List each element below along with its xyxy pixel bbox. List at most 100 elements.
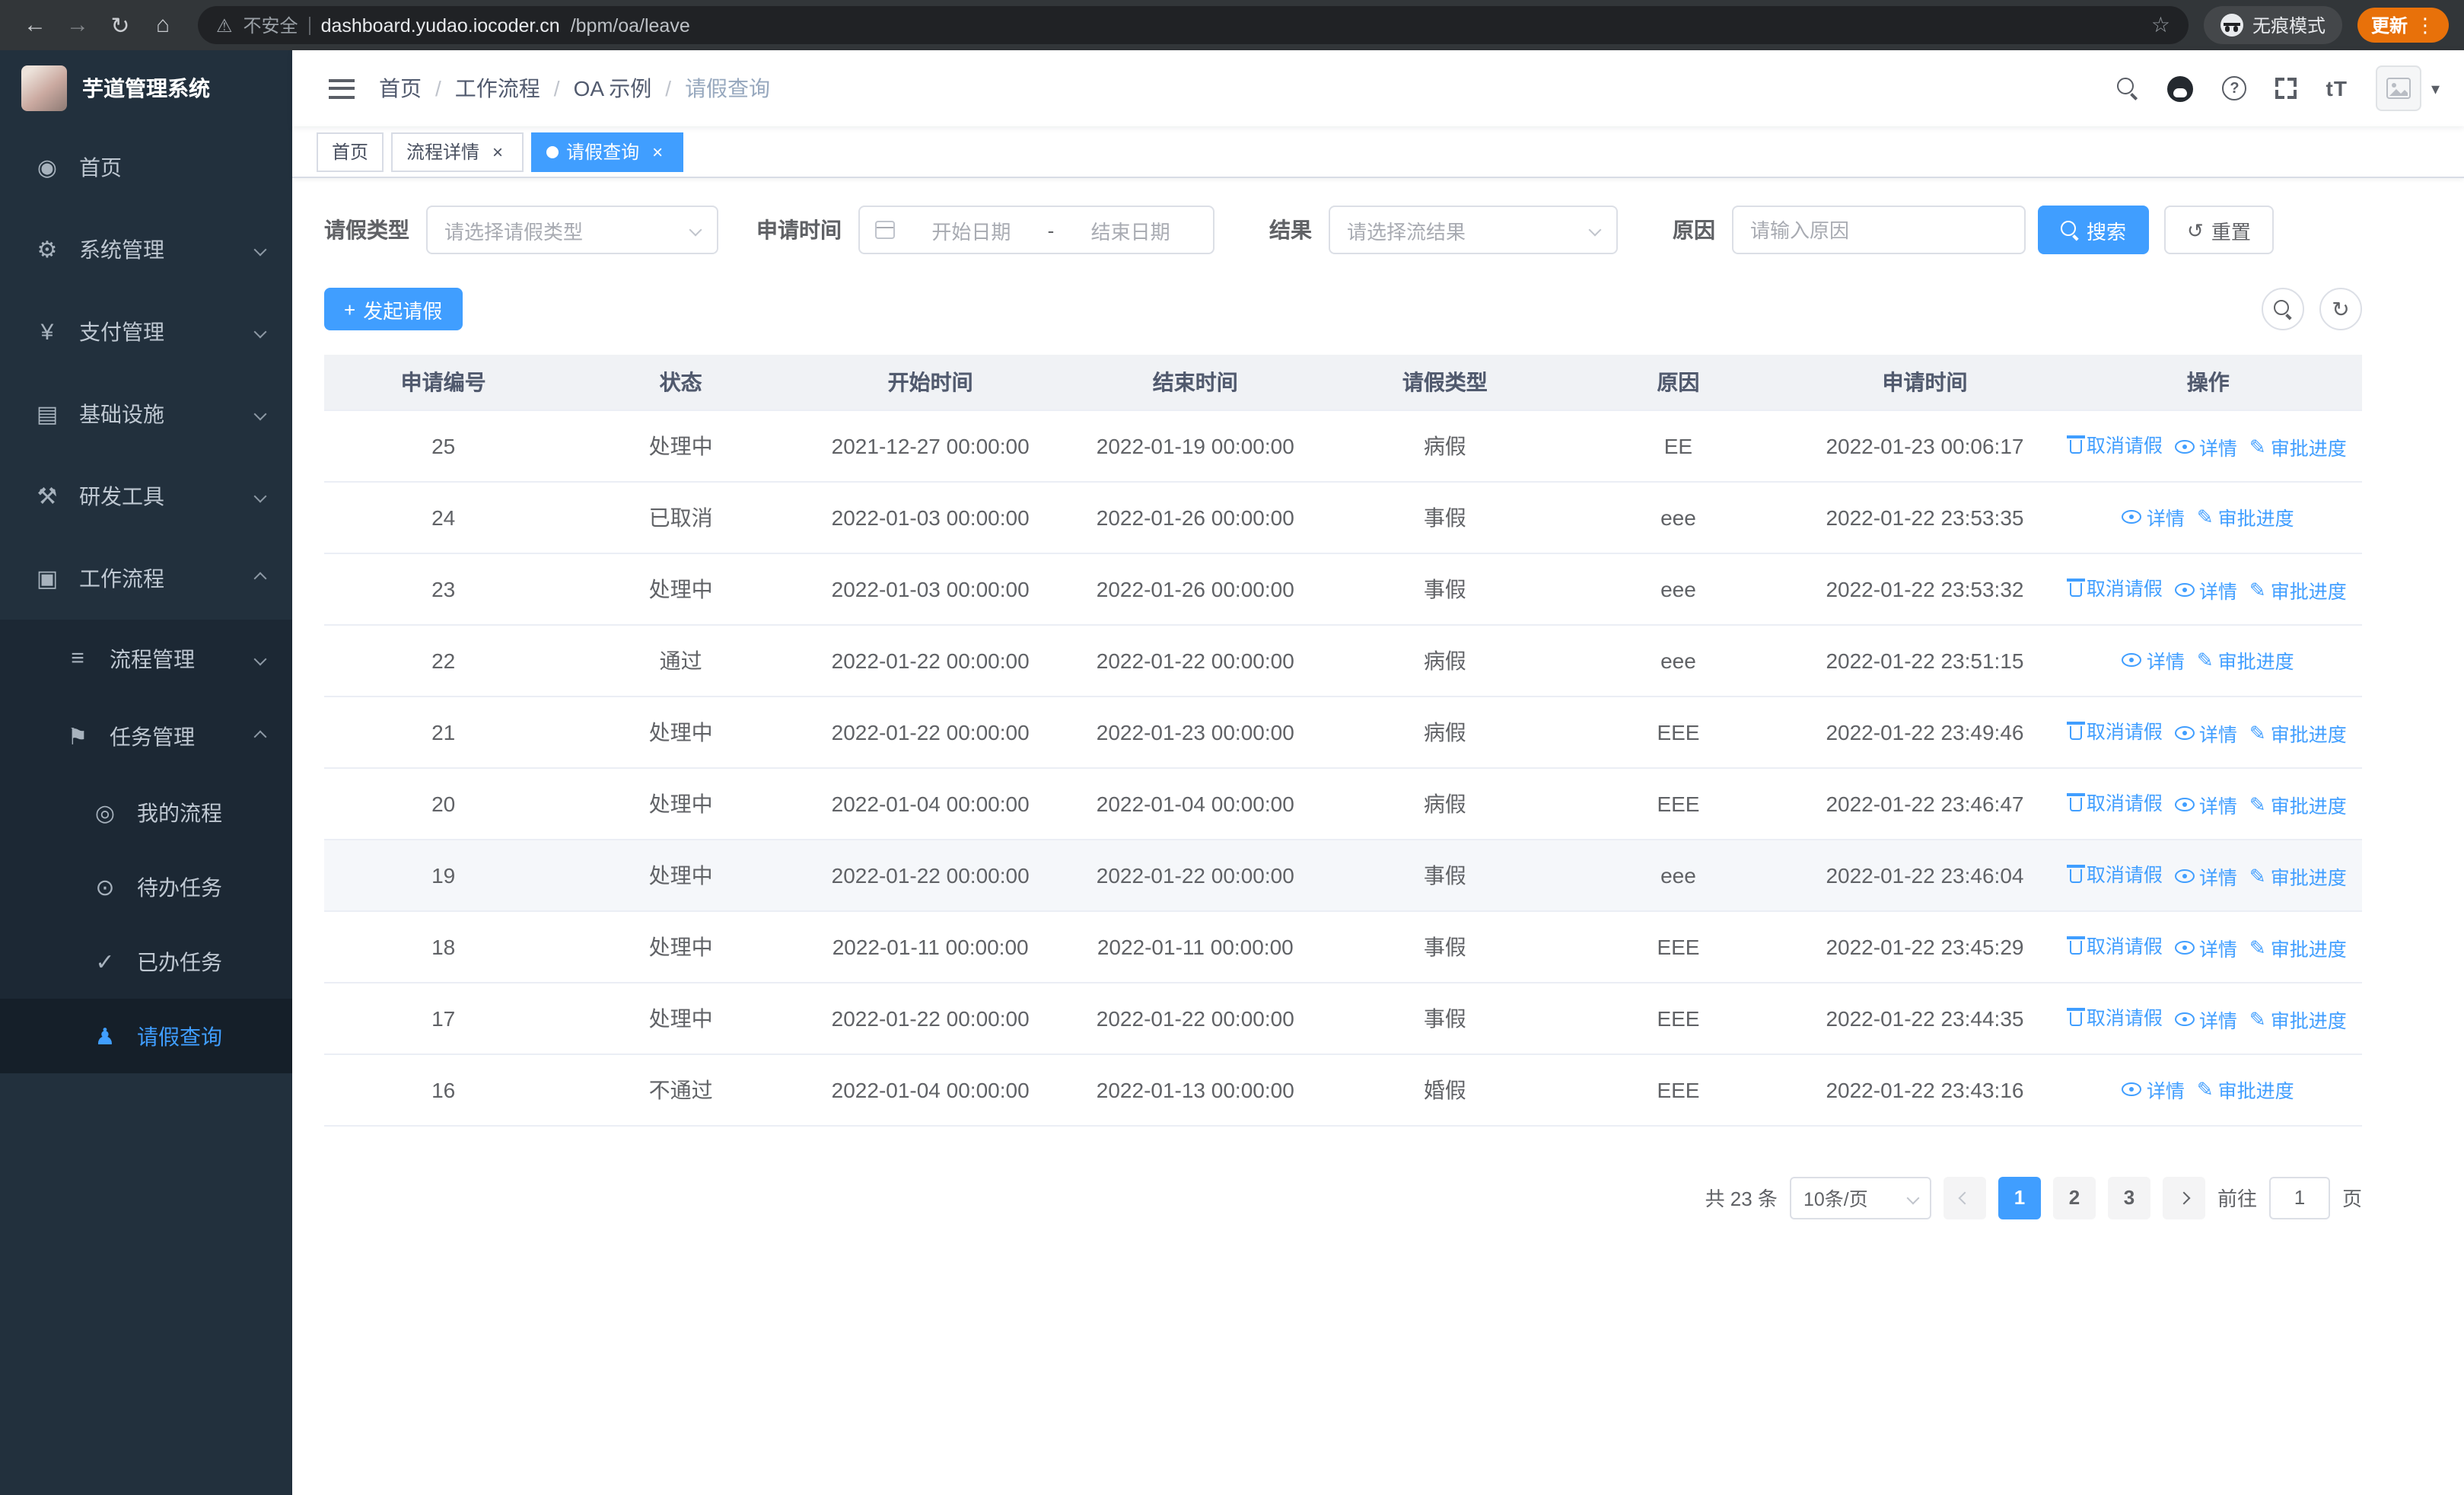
breadcrumb-item-home[interactable]: 首页 [379, 73, 422, 104]
tab-leave-query[interactable]: 请假查询 × [531, 132, 684, 171]
table-row[interactable]: 16 不通过 2022-01-04 00:00:00 2022-01-13 00… [324, 1054, 2362, 1126]
sidebar-item-todo-tasks[interactable]: ⊙ 待办任务 [0, 850, 292, 924]
page-button-3[interactable]: 3 [2107, 1176, 2150, 1219]
table-row[interactable]: 25 处理中 2021-12-27 00:00:00 2022-01-19 00… [324, 410, 2362, 482]
row-action-progress-button[interactable]: ✎ 审批进度 [2249, 862, 2347, 891]
toggle-search-button[interactable] [2262, 288, 2304, 330]
tab-home[interactable]: 首页 [317, 132, 384, 171]
page-button-1[interactable]: 1 [1998, 1176, 2041, 1219]
table-row[interactable]: 20 处理中 2022-01-04 00:00:00 2022-01-04 00… [324, 767, 2362, 840]
row-action-progress-button[interactable]: ✎ 审批进度 [2249, 575, 2347, 604]
cell-end-time: 2022-01-26 00:00:00 [1062, 553, 1329, 625]
table-row[interactable]: 19 处理中 2022-01-22 00:00:00 2022-01-22 00… [324, 839, 2362, 911]
edit-icon: ✎ [2249, 936, 2266, 959]
incognito-icon [2220, 14, 2243, 37]
table-body: 25 处理中 2021-12-27 00:00:00 2022-01-19 00… [324, 410, 2362, 1126]
row-action-progress-button[interactable]: ✎ 审批进度 [2249, 933, 2347, 962]
row-action-progress-button[interactable]: ✎ 审批进度 [2249, 432, 2347, 461]
close-tab-icon[interactable]: × [487, 141, 508, 162]
sidebar-item-process-mgmt[interactable]: ≡ 流程管理 [0, 620, 292, 697]
page-button-2[interactable]: 2 [2052, 1176, 2096, 1219]
row-action-detail-button[interactable]: 详情 [2174, 719, 2237, 748]
table-row[interactable]: 18 处理中 2022-01-11 00:00:00 2022-01-11 00… [324, 910, 2362, 983]
row-action-cancel-button[interactable]: 取消请假 [2067, 859, 2163, 888]
sidebar-item-home[interactable]: ◉ 首页 [0, 126, 292, 209]
row-action-detail-button[interactable]: 详情 [2174, 1005, 2237, 1034]
row-action-detail-button[interactable]: 详情 [2174, 432, 2237, 461]
sidebar-item-infrastructure[interactable]: ▤ 基础设施 [0, 373, 292, 455]
result-select[interactable]: 请选择流结果 [1329, 206, 1618, 254]
create-leave-button[interactable]: + 发起请假 [324, 288, 463, 330]
sidebar-item-done-tasks[interactable]: ✓ 已办任务 [0, 924, 292, 999]
text-size-icon[interactable]: tT [2326, 76, 2348, 100]
sidebar-item-leave-query[interactable]: ♟ 请假查询 [0, 999, 292, 1073]
page-size-select[interactable]: 10条/页 [1789, 1176, 1931, 1219]
help-icon[interactable]: ? [2222, 76, 2247, 100]
row-action-progress-button[interactable]: ✎ 审批进度 [2249, 719, 2347, 748]
sidebar-item-task-mgmt[interactable]: ⚑ 任务管理 [0, 697, 292, 775]
row-action-progress-button[interactable]: ✎ 审批进度 [2197, 502, 2294, 531]
row-action-detail-button[interactable]: 详情 [2174, 790, 2237, 819]
table-row[interactable]: 17 处理中 2022-01-22 00:00:00 2022-01-22 00… [324, 982, 2362, 1054]
row-action-cancel-button[interactable]: 取消请假 [2067, 1003, 2163, 1031]
cell-apply-id: 19 [324, 839, 563, 911]
browser-reload-button[interactable]: ↻ [100, 5, 140, 45]
browser-home-button[interactable]: ⌂ [143, 5, 183, 45]
active-tab-dot [546, 145, 559, 158]
table-row[interactable]: 22 通过 2022-01-22 00:00:00 2022-01-22 00:… [324, 624, 2362, 696]
row-action-progress-button[interactable]: ✎ 审批进度 [2249, 1005, 2347, 1034]
browser-forward-button[interactable]: → [58, 5, 97, 45]
row-action-progress-button[interactable]: ✎ 审批进度 [2249, 790, 2347, 819]
search-icon[interactable] [2117, 78, 2139, 99]
sidebar-item-my-process[interactable]: ◎ 我的流程 [0, 775, 292, 850]
row-action-progress-button[interactable]: ✎ 审批进度 [2197, 1075, 2294, 1104]
sidebar-item-payment[interactable]: ¥ 支付管理 [0, 291, 292, 373]
goto-page-input[interactable] [2268, 1176, 2330, 1219]
breadcrumb-item-oa-example[interactable]: OA 示例 [574, 73, 652, 104]
row-action-detail-button[interactable]: 详情 [2174, 933, 2237, 962]
table-header-row: 申请编号 状态 开始时间 结束时间 请假类型 原因 申请时间 操作 [324, 355, 2362, 410]
list-icon: ≡ [71, 645, 84, 671]
reason-input[interactable] [1732, 206, 2026, 254]
tab-process-detail[interactable]: 流程详情 × [391, 132, 524, 171]
next-page-button[interactable] [2162, 1176, 2205, 1219]
cell-reason: EEE [1561, 910, 1796, 983]
leave-type-select[interactable]: 请选择请假类型 [426, 206, 718, 254]
row-action-cancel-button[interactable]: 取消请假 [2067, 788, 2163, 817]
fullscreen-icon[interactable] [2275, 78, 2297, 99]
main-area: 首页 / 工作流程 / OA 示例 / 请假查询 ? tT ▾ 首页 流程详情 … [292, 50, 2464, 1495]
row-action-detail-button[interactable]: 详情 [2122, 502, 2185, 531]
row-action-detail-button[interactable]: 详情 [2174, 575, 2237, 604]
sidebar-item-workflow[interactable]: ▣ 工作流程 [0, 537, 292, 620]
apply-time-range-picker[interactable]: 开始日期 - 结束日期 [858, 206, 1214, 254]
reset-button[interactable]: ↺ 重置 [2164, 206, 2274, 254]
address-bar[interactable]: ⚠ 不安全 dashboard.yudao.iocoder.cn/bpm/oa/… [198, 6, 2189, 44]
row-action-cancel-button[interactable]: 取消请假 [2067, 573, 2163, 602]
row-action-progress-button[interactable]: ✎ 审批进度 [2197, 645, 2294, 674]
browser-back-button[interactable]: ← [15, 5, 55, 45]
collapse-sidebar-icon[interactable] [329, 78, 355, 98]
security-label[interactable]: 不安全 [244, 12, 298, 38]
row-action-cancel-button[interactable]: 取消请假 [2067, 931, 2163, 960]
search-button[interactable]: 搜索 [2038, 206, 2150, 254]
row-action-label: 取消请假 [2086, 722, 2163, 744]
close-tab-icon[interactable]: × [647, 141, 668, 162]
breadcrumb-separator: / [665, 76, 672, 100]
github-icon[interactable] [2167, 75, 2194, 101]
row-action-cancel-button[interactable]: 取消请假 [2067, 430, 2163, 459]
row-action-detail-button[interactable]: 详情 [2122, 645, 2185, 674]
row-action-detail-button[interactable]: 详情 [2122, 1075, 2185, 1104]
table-row[interactable]: 23 处理中 2022-01-03 00:00:00 2022-01-26 00… [324, 553, 2362, 625]
row-action-detail-button[interactable]: 详情 [2174, 862, 2237, 891]
user-avatar-menu[interactable]: ▾ [2376, 65, 2440, 111]
prev-page-button[interactable] [1943, 1176, 1986, 1219]
bookmark-star-icon[interactable]: ☆ [2151, 12, 2170, 38]
refresh-button[interactable]: ↻ [2319, 288, 2362, 330]
breadcrumb-item-workflow[interactable]: 工作流程 [455, 73, 540, 104]
table-row[interactable]: 21 处理中 2022-01-22 00:00:00 2022-01-23 00… [324, 696, 2362, 768]
row-action-cancel-button[interactable]: 取消请假 [2067, 716, 2163, 745]
sidebar-item-system[interactable]: ⚙ 系统管理 [0, 209, 292, 291]
sidebar-item-devtools[interactable]: ⚒ 研发工具 [0, 455, 292, 537]
table-row[interactable]: 24 已取消 2022-01-03 00:00:00 2022-01-26 00… [324, 481, 2362, 553]
browser-update-button[interactable]: 更新 ⋮ [2357, 8, 2449, 43]
